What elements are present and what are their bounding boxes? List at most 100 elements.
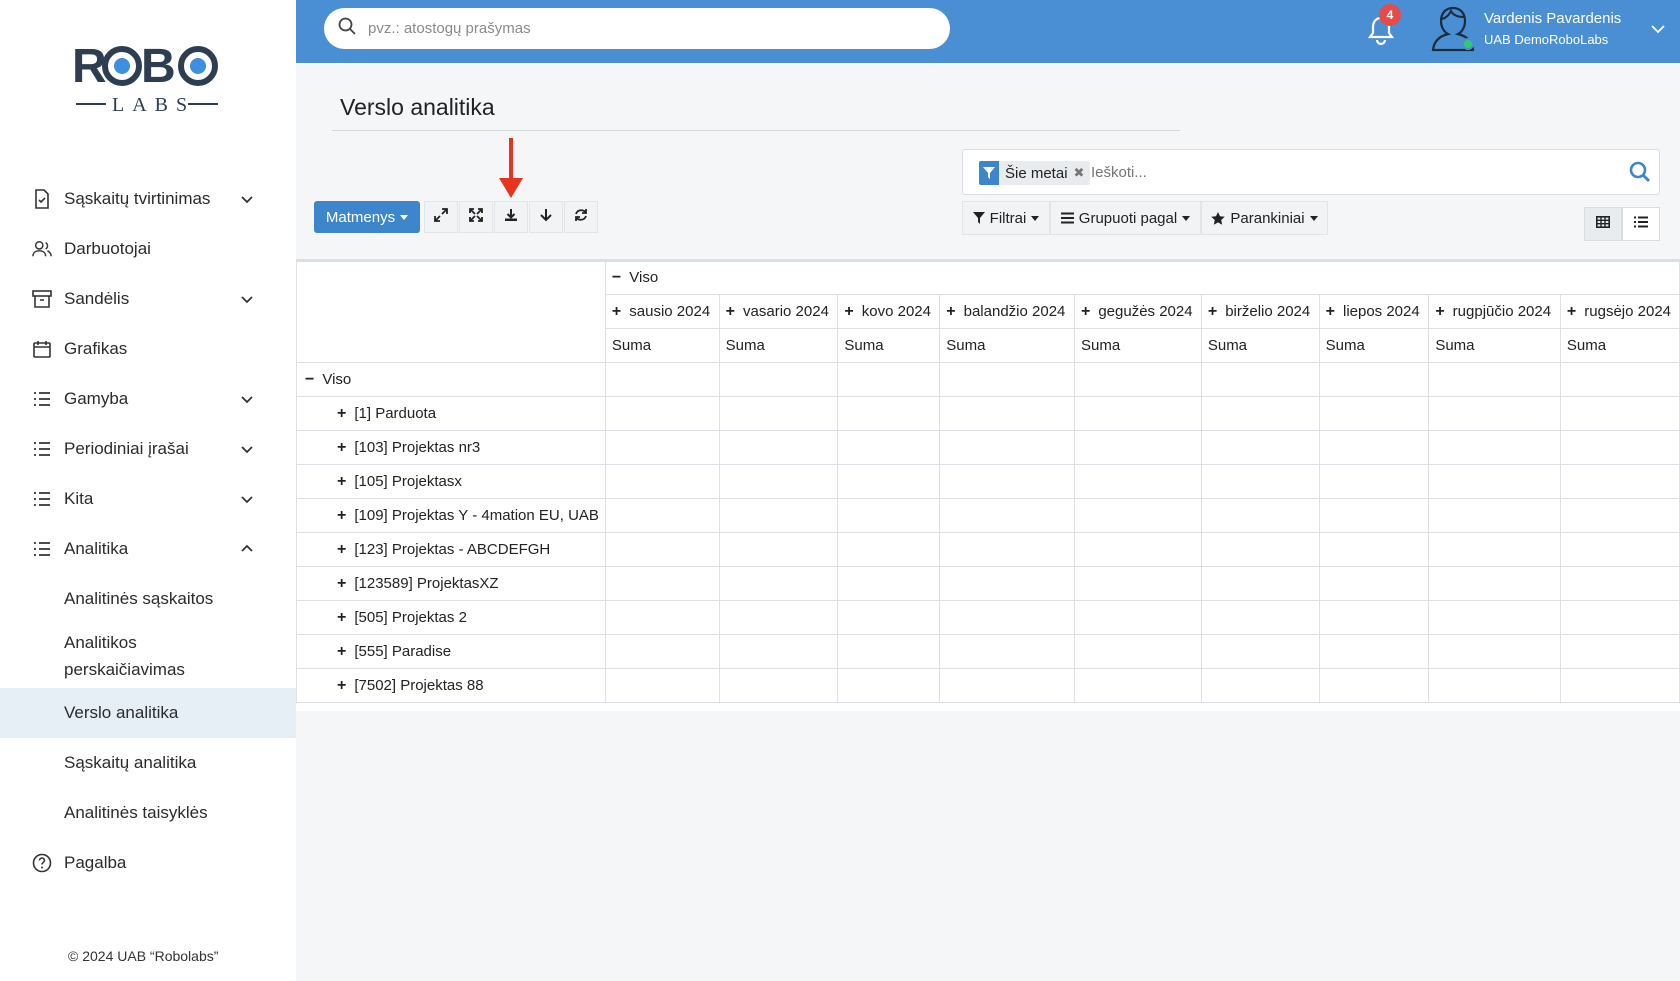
sidebar-item-periodiniai-irasai[interactable]: Periodiniai įrašai <box>0 424 296 474</box>
row-header[interactable]: + [105] Projektasx <box>296 464 606 499</box>
sidebar-subitem-analitines-saskaitos[interactable]: Analitinės sąskaitos <box>0 574 296 624</box>
list-icon <box>32 489 52 509</box>
favorites-dropdown[interactable]: Parankiniai <box>1201 201 1328 235</box>
sidebar-item-label: Sąskaitų tvirtinimas <box>64 189 211 208</box>
row-header[interactable]: + [7502] Projektas 88 <box>296 668 606 703</box>
pivot-cell <box>837 566 941 601</box>
global-search[interactable] <box>324 8 950 49</box>
group-by-label: Grupuoti pagal <box>1078 209 1178 227</box>
pivot-cell <box>1200 634 1320 669</box>
robolabs-logo[interactable]: R B LABS <box>72 40 222 120</box>
table-row: + [109] Projektas Y - 4mation EU, UAB <box>296 498 1680 533</box>
user-name[interactable]: Vardenis Pavardenis <box>1484 10 1621 27</box>
facet-search-input[interactable] <box>1091 164 1571 181</box>
svg-text:LABS: LABS <box>112 94 195 116</box>
expand-plus-icon: + <box>337 676 347 694</box>
measure-header[interactable]: Suma <box>1559 328 1680 363</box>
help-circle-icon <box>32 853 52 873</box>
pivot-cell <box>1200 464 1320 499</box>
row-header[interactable]: + [123] Projektas - ABCDEFGH <box>296 532 606 567</box>
row-header[interactable]: + [123589] ProjektasXZ <box>296 566 606 601</box>
row-label: [7502] Projektas 88 <box>354 676 484 694</box>
search-icon[interactable] <box>1629 161 1651 188</box>
sidebar-subitem-analitines-taisykles[interactable]: Analitinės taisyklės <box>0 788 296 838</box>
copyright: © 2024 UAB “Robolabs” <box>68 948 219 964</box>
sidebar-item-saskaitu-tvirtinimas[interactable]: Sąskaitų tvirtinimas <box>0 174 296 224</box>
month-column-header[interactable]: + balandžio 2024 <box>939 294 1075 329</box>
row-label: [105] Projektasx <box>354 472 462 490</box>
measures-dropdown-button[interactable]: Matmenys <box>314 201 420 233</box>
month-column-header[interactable]: + liepos 2024 <box>1318 294 1430 329</box>
pivot-cell <box>718 600 839 635</box>
pivot-cell <box>1559 464 1680 499</box>
remove-facet-icon[interactable]: ✖ <box>1074 165 1085 181</box>
month-column-header[interactable]: + rugsėjo 2024 <box>1559 294 1680 329</box>
sidebar-item-label: Kita <box>64 489 94 508</box>
row-header[interactable]: + [555] Paradise <box>296 634 606 669</box>
measure-header[interactable]: Suma <box>1318 328 1430 363</box>
row-header[interactable]: + [505] Projektas 2 <box>296 600 606 635</box>
pivot-cell <box>1073 362 1202 397</box>
measure-header[interactable]: Suma <box>1073 328 1202 363</box>
pivot-cell <box>1073 634 1202 669</box>
arrow-down-icon <box>539 208 553 227</box>
logo-graphic: R B LABS <box>72 40 218 116</box>
month-label: gegužės 2024 <box>1098 302 1193 320</box>
month-column-header[interactable]: + rugpjūčio 2024 <box>1428 294 1561 329</box>
search-input[interactable] <box>368 20 908 37</box>
sidebar-item-darbuotojai[interactable]: Darbuotojai <box>0 224 296 274</box>
sidebar-subitem-verslo-analitika[interactable]: Verslo analitika <box>0 688 296 738</box>
facet-search-bar[interactable]: Šie metai ✖ <box>962 149 1660 195</box>
pivot-cell <box>939 668 1075 703</box>
table-row: + [505] Projektas 2 <box>296 600 1680 635</box>
measure-header[interactable]: Suma <box>1200 328 1320 363</box>
group-by-dropdown[interactable]: Grupuoti pagal <box>1050 201 1201 235</box>
fullscreen-button[interactable] <box>459 201 493 233</box>
arrow-down-button[interactable] <box>529 201 563 233</box>
expand-all-button[interactable] <box>424 201 458 233</box>
chevron-down-icon[interactable] <box>1650 22 1666 41</box>
table-row: + [103] Projektas nr3 <box>296 430 1680 465</box>
list-view-button[interactable] <box>1622 207 1660 241</box>
user-company: UAB DemoRoboLabs <box>1484 32 1609 47</box>
sidebar-item-pagalba[interactable]: Pagalba <box>0 838 296 888</box>
row-header[interactable]: + [1] Parduota <box>296 396 606 431</box>
expand-plus-icon: + <box>337 608 347 626</box>
measure-header[interactable]: Suma <box>604 328 720 363</box>
pivot-view-button[interactable] <box>1584 207 1622 241</box>
sidebar-item-gamyba[interactable]: Gamyba <box>0 374 296 424</box>
sidebar-item-analitika[interactable]: Analitika <box>0 524 296 574</box>
month-label: liepos 2024 <box>1342 302 1420 320</box>
sidebar-item-grafikas[interactable]: Grafikas <box>0 324 296 374</box>
sidebar-subitem-analitikos-perskaiciavimas[interactable]: Analitikos perskaičiavimas <box>0 624 296 688</box>
row-total-label: Viso <box>322 370 352 388</box>
sidebar-subitem-saskaitu-analitika[interactable]: Sąskaitų analitika <box>0 738 296 788</box>
month-column-header[interactable]: + sausio 2024 <box>604 294 720 329</box>
column-total-header[interactable]: − Viso <box>604 260 1680 295</box>
month-column-header[interactable]: + vasario 2024 <box>718 294 839 329</box>
expand-plus-icon: + <box>1566 302 1577 320</box>
pivot-cell <box>1559 668 1680 703</box>
measure-header[interactable]: Suma <box>718 328 839 363</box>
measure-header[interactable]: Suma <box>939 328 1075 363</box>
avatar[interactable] <box>1430 5 1476 53</box>
table-row: + [123] Projektas - ABCDEFGH <box>296 532 1680 567</box>
month-column-header[interactable]: + kovo 2024 <box>837 294 941 329</box>
month-column-header[interactable]: + birželio 2024 <box>1200 294 1320 329</box>
row-header[interactable]: + [109] Projektas Y - 4mation EU, UAB <box>296 498 606 533</box>
measure-header[interactable]: Suma <box>837 328 941 363</box>
measure-header[interactable]: Suma <box>1428 328 1561 363</box>
pivot-cell <box>1073 600 1202 635</box>
refresh-button[interactable] <box>564 201 598 233</box>
sidebar-item-label: Grafikas <box>64 339 128 358</box>
row-header[interactable]: + [103] Projektas nr3 <box>296 430 606 465</box>
month-column-header[interactable]: + gegužės 2024 <box>1073 294 1202 329</box>
row-total-header[interactable]: − Viso <box>296 362 606 397</box>
pivot-cell <box>1559 430 1680 465</box>
sidebar-item-sandelis[interactable]: Sandėlis <box>0 274 296 324</box>
pivot-cell <box>718 532 839 567</box>
download-button[interactable] <box>494 201 528 233</box>
sidebar-item-kita[interactable]: Kita <box>0 474 296 524</box>
filters-dropdown[interactable]: Filtrai <box>962 201 1050 235</box>
active-filter-facet[interactable]: Šie metai ✖ <box>979 161 1091 185</box>
